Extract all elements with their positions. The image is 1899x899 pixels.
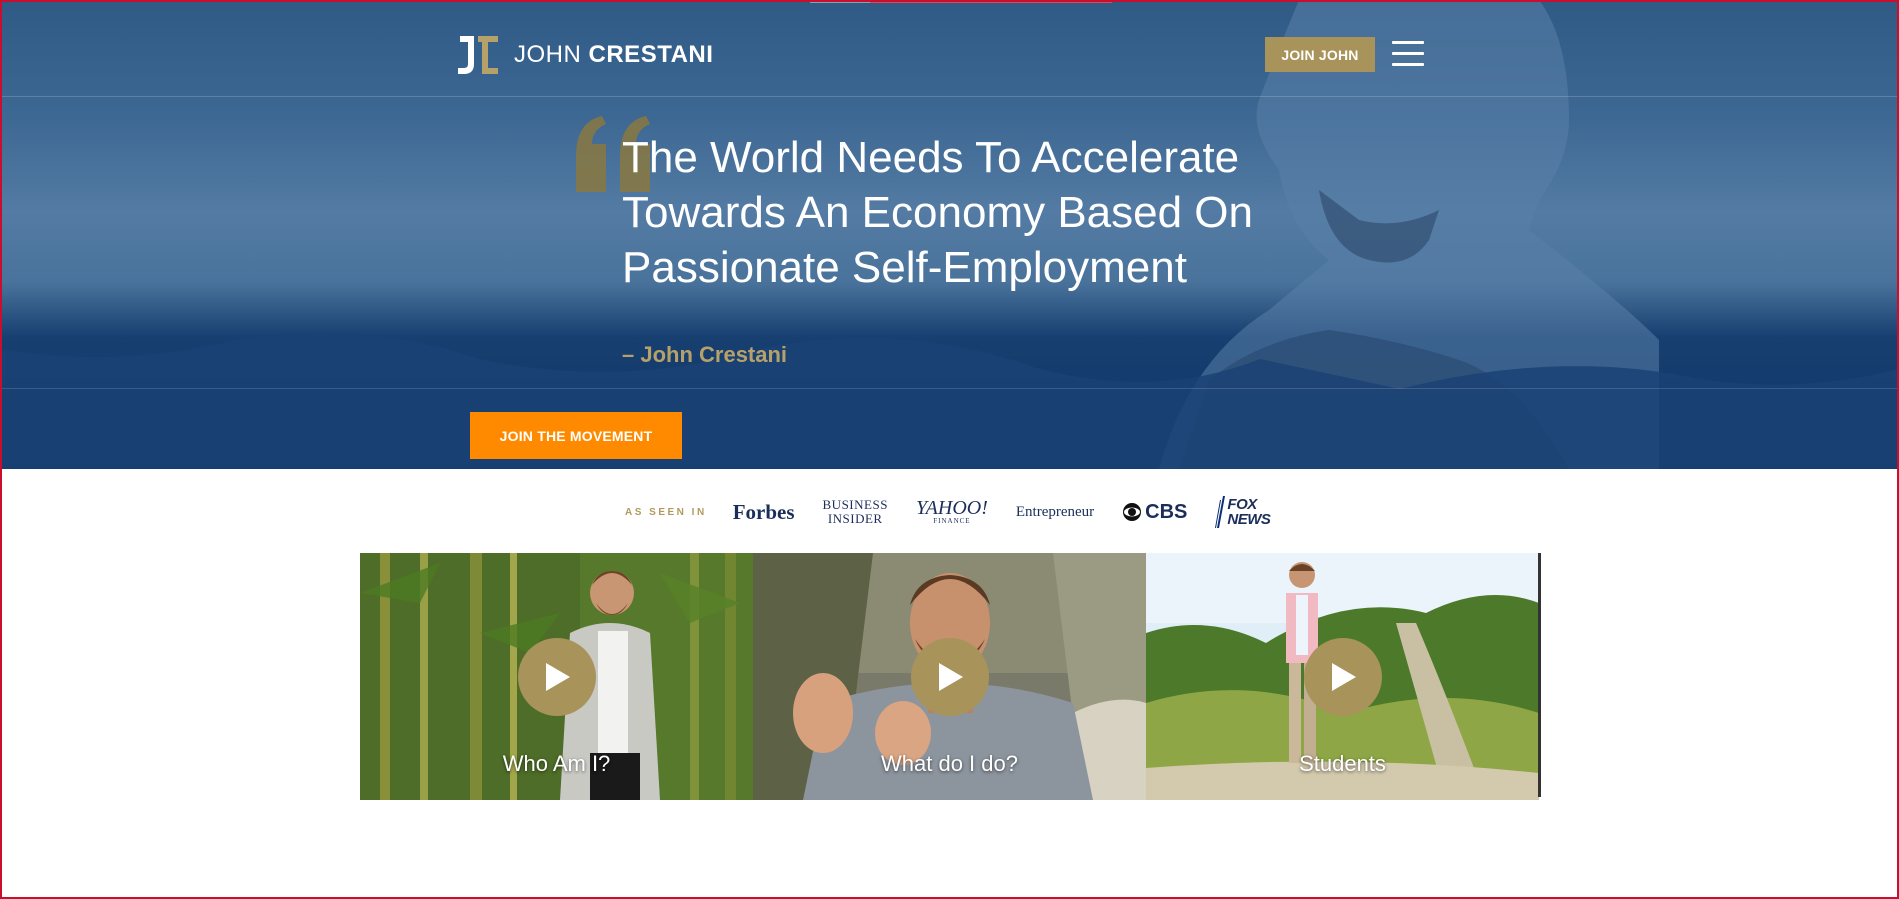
quote-line-3: Passionate Self-Employment — [622, 243, 1187, 292]
join-the-movement-button[interactable]: JOIN THE MOVEMENT — [470, 412, 682, 459]
video-cards: Who Am I? What do I do? Students — [360, 553, 1540, 800]
as-seen-in-bar: AS SEEN IN Forbes BUSINESS INSIDER YAHOO… — [625, 490, 1298, 534]
fox-line-2: NEWS — [1227, 511, 1271, 528]
nav-divider — [0, 96, 1899, 97]
video-caption: Who Am I? — [502, 751, 611, 776]
hamburger-menu-icon[interactable] — [1392, 41, 1424, 67]
logo-text: JOHN CRESTANI — [514, 41, 713, 69]
site-logo[interactable]: JOHN CRESTANI — [456, 32, 713, 78]
bi-line-1: BUSINESS — [822, 497, 888, 512]
video-caption: What do I do? — [881, 751, 1018, 776]
quote-line-2: Towards An Economy Based On — [622, 188, 1253, 237]
play-icon[interactable] — [1303, 638, 1382, 716]
fox-news-logo: FOX NEWS — [1215, 496, 1271, 528]
as-seen-in-label: AS SEEN IN — [625, 506, 707, 518]
jc-monogram-icon — [458, 36, 498, 74]
hero-quote: The World Needs To Accelerate Towards An… — [622, 130, 1302, 295]
entrepreneur-logo: Entrepreneur — [1015, 503, 1095, 520]
logo-last: CRESTANI — [588, 41, 714, 68]
play-icon[interactable] — [517, 638, 596, 716]
join-john-button[interactable]: JOIN JOHN — [1265, 37, 1375, 72]
video-card-what-do-i-do[interactable]: What do I do? — [753, 553, 1146, 800]
cbs-text: CBS — [1145, 500, 1188, 523]
slide-progress — [810, 0, 1112, 3]
business-insider-logo: BUSINESS INSIDER — [823, 498, 888, 526]
mountain-silhouette — [0, 332, 1899, 469]
logo-first: JOHN — [514, 41, 582, 68]
video-caption: Students — [1299, 751, 1386, 776]
bi-line-2: INSIDER — [827, 511, 883, 526]
video-card-who-am-i[interactable]: Who Am I? — [360, 553, 753, 800]
fox-line-1: FOX — [1227, 496, 1257, 513]
play-icon[interactable] — [910, 638, 989, 716]
yahoo-finance-logo: YAHOO! FINANCE — [915, 497, 988, 525]
cbs-eye-icon — [1123, 503, 1142, 521]
yahoo-text: YAHOO! — [915, 497, 988, 519]
quote-line-1: The World Needs To Accelerate — [622, 133, 1240, 182]
cbs-logo: CBS — [1122, 501, 1187, 524]
forbes-logo: Forbes — [732, 499, 795, 524]
video-card-students[interactable]: Students — [1146, 553, 1539, 800]
fox-searchlight-icon — [1215, 496, 1226, 528]
carousel-edge — [1538, 553, 1541, 797]
cta-divider — [0, 388, 1899, 389]
quote-author: – John Crestani — [622, 342, 788, 367]
